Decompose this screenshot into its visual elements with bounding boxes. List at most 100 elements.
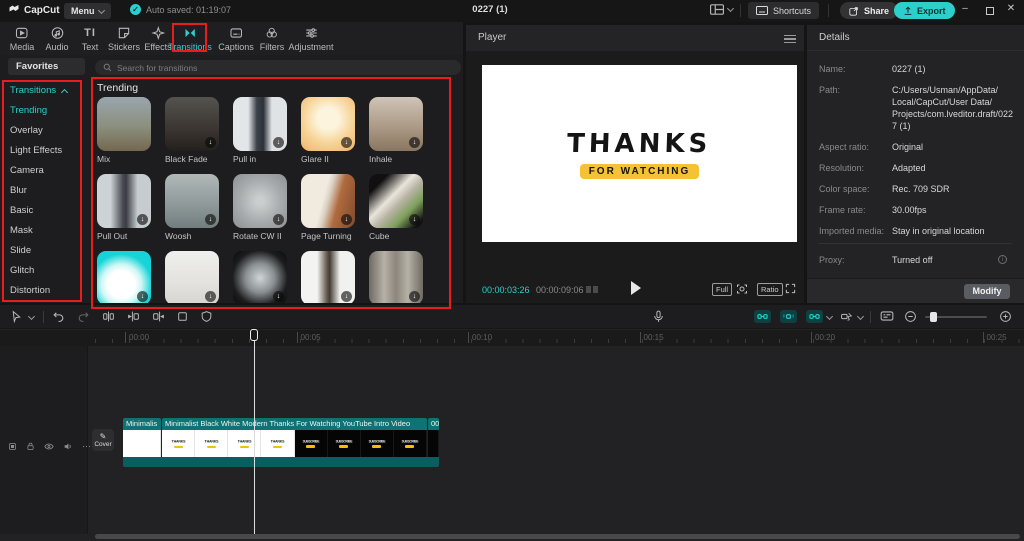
transition-thumbnail[interactable]: ↓ <box>233 174 287 228</box>
fullscreen-icon[interactable] <box>785 283 796 294</box>
export-button[interactable]: Export <box>894 2 955 19</box>
transition-item[interactable]: ↓Pull Out <box>97 174 151 241</box>
timeline-clip-1[interactable]: Minimalis <box>123 418 161 457</box>
tab-stickers[interactable]: Stickers <box>108 26 140 52</box>
horizontal-scrollbar[interactable] <box>95 534 1020 539</box>
sidebar-item-camera[interactable]: Camera <box>10 161 88 181</box>
split-button[interactable] <box>102 310 115 323</box>
transition-item[interactable]: Mix <box>97 97 151 164</box>
tab-media[interactable]: Media <box>10 26 35 52</box>
transition-thumbnail[interactable]: ↓ <box>301 174 355 228</box>
transition-thumbnail[interactable]: ↓ <box>233 97 287 151</box>
close-button[interactable]: ✕ <box>1004 3 1018 14</box>
sidebar-item-basic[interactable]: Basic <box>10 201 88 221</box>
tab-filters[interactable]: Filters <box>260 26 285 52</box>
chevron-down-icon[interactable] <box>857 313 864 320</box>
sidebar-item-transitions[interactable]: Transitions <box>10 81 88 101</box>
sidebar-item-glitch[interactable]: Glitch <box>10 261 88 281</box>
clip-audio-strip[interactable] <box>123 457 439 467</box>
transition-thumbnail[interactable] <box>97 97 151 151</box>
transition-item[interactable]: ↓Inhale <box>369 97 423 164</box>
transition-item[interactable]: ↓ <box>301 251 355 303</box>
sidebar-item-blur[interactable]: Blur <box>10 181 88 201</box>
delete-button[interactable] <box>176 310 189 323</box>
timeline-clip-2[interactable]: Minimalist Black White Modern Thanks For… <box>162 418 427 457</box>
playhead-handle[interactable] <box>250 329 258 341</box>
track-options-button[interactable] <box>840 310 853 323</box>
timeline-view-button[interactable] <box>880 310 894 322</box>
tab-text[interactable]: TI Text <box>82 26 99 52</box>
preview-axis-button[interactable] <box>806 310 823 323</box>
transition-thumbnail[interactable]: ↓ <box>165 174 219 228</box>
chevron-down-icon[interactable] <box>826 313 833 320</box>
auto-snap-button[interactable] <box>780 310 797 323</box>
transition-item[interactable]: ↓Cube <box>369 174 423 241</box>
layout-switcher[interactable] <box>710 4 733 15</box>
frame-preview-icon[interactable] <box>586 286 598 293</box>
search-input[interactable]: Search for transitions <box>95 60 461 75</box>
transition-thumbnail[interactable]: ↓ <box>369 97 423 151</box>
undo-button[interactable] <box>52 310 65 323</box>
transition-item[interactable]: ↓Black Fade <box>165 97 219 164</box>
maximize-button[interactable] <box>986 7 994 15</box>
tab-audio[interactable]: Audio <box>45 26 68 52</box>
preview-canvas[interactable]: THANKS FOR WATCHING <box>482 65 797 242</box>
favorites-button[interactable]: Favorites <box>8 58 85 75</box>
minimize-button[interactable]: – <box>958 3 972 14</box>
mute-icon[interactable] <box>63 442 73 451</box>
transition-thumbnail[interactable]: ↓ <box>233 251 287 303</box>
modify-button[interactable]: Modify <box>964 284 1010 299</box>
info-icon[interactable]: i <box>998 255 1007 264</box>
shortcuts-button[interactable]: Shortcuts <box>748 2 819 19</box>
transition-item[interactable]: ↓Page Turning <box>301 174 355 241</box>
delete-left-button[interactable] <box>127 310 140 323</box>
sidebar-item-distortion[interactable]: Distortion <box>10 281 88 301</box>
sidebar-item-slide[interactable]: Slide <box>10 241 88 261</box>
transition-thumbnail[interactable]: ↓ <box>301 251 355 303</box>
chevron-down-icon[interactable] <box>28 313 35 320</box>
zoom-out-button[interactable] <box>904 310 917 323</box>
tab-captions[interactable]: Captions <box>218 26 254 52</box>
more-icon[interactable]: ⋯ <box>82 441 92 452</box>
redo-button[interactable] <box>77 310 90 323</box>
transition-thumbnail[interactable]: ↓ <box>369 251 423 303</box>
ratio-button[interactable]: Ratio <box>757 283 783 296</box>
share-button[interactable]: Share <box>840 2 898 19</box>
timeline-zoom-slider[interactable] <box>925 316 987 318</box>
sidebar-item-trending[interactable]: Trending <box>10 101 88 121</box>
tab-adjustment[interactable]: Adjustment <box>288 26 333 52</box>
transition-thumbnail[interactable]: ↓ <box>97 174 151 228</box>
transition-item[interactable]: ↓ <box>97 251 151 303</box>
transition-thumbnail[interactable]: ↓ <box>301 97 355 151</box>
transition-thumbnail[interactable]: ↓ <box>165 97 219 151</box>
sidebar-item-overlay[interactable]: Overlay <box>10 121 88 141</box>
select-tool-button[interactable] <box>10 310 23 323</box>
delete-right-button[interactable] <box>152 310 165 323</box>
transition-item[interactable]: ↓ <box>165 251 219 303</box>
slider-handle[interactable] <box>930 312 937 322</box>
zoom-in-button[interactable] <box>999 310 1012 323</box>
play-button[interactable] <box>631 281 641 295</box>
full-button[interactable]: Full <box>712 283 732 296</box>
enable-linking-button[interactable] <box>754 310 771 323</box>
sidebar-item-light-effects[interactable]: Light Effects <box>10 141 88 161</box>
transition-item[interactable]: ↓Rotate CW II <box>233 174 287 241</box>
transition-item[interactable]: ↓ <box>233 251 287 303</box>
cover-button[interactable]: ✎ Cover <box>92 429 114 451</box>
transition-thumbnail[interactable]: ↓ <box>369 174 423 228</box>
track-select-icon[interactable] <box>8 442 17 451</box>
transition-thumbnail[interactable]: ↓ <box>97 251 151 303</box>
timeline-ruler[interactable]: 00:0000:0500:1000:1500:2000:25 <box>0 330 1024 346</box>
transition-item[interactable]: ↓Pull in <box>233 97 287 164</box>
transition-item[interactable]: ↓ <box>369 251 423 303</box>
transition-item[interactable]: ↓Glare II <box>301 97 355 164</box>
mask-button[interactable] <box>200 310 213 323</box>
preview-zoom-icon[interactable] <box>736 283 748 295</box>
sidebar-item-mask[interactable]: Mask <box>10 221 88 241</box>
lock-icon[interactable] <box>26 442 35 451</box>
player-menu-icon[interactable] <box>784 35 796 43</box>
menu-button[interactable]: Menu <box>64 3 111 19</box>
timeline-clip-3[interactable]: 00 <box>428 418 439 457</box>
record-voiceover-button[interactable] <box>652 310 665 323</box>
eye-icon[interactable] <box>44 442 54 451</box>
